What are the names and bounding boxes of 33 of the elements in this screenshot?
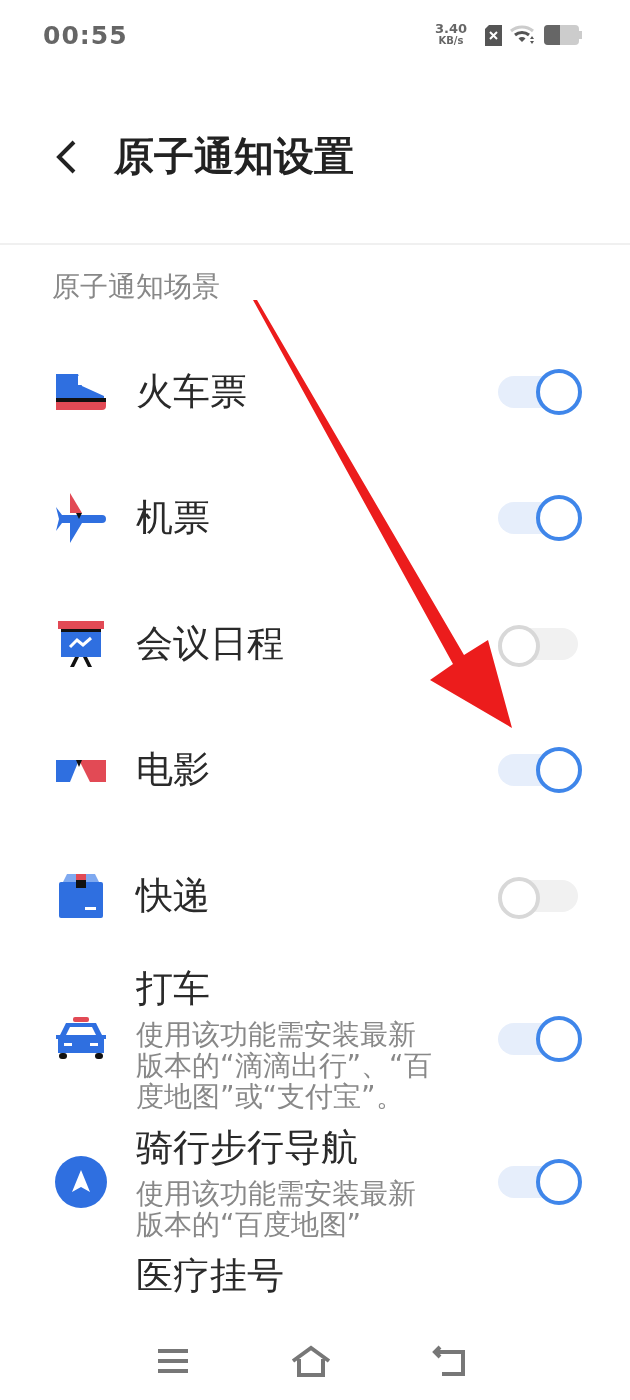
navigation-icon (55, 1156, 107, 1208)
setting-title: 会议日程 (136, 621, 285, 667)
menu-icon[interactable] (156, 1347, 190, 1374)
setting-title: 电影 (136, 747, 211, 793)
wifi-icon (510, 25, 536, 45)
glasses-icon (54, 758, 108, 782)
home-icon[interactable] (290, 1344, 332, 1377)
toggle-switch[interactable] (498, 494, 582, 542)
speed-unit: KB/s (438, 35, 464, 47)
airplane-icon (54, 493, 108, 543)
presentation-board-icon (58, 621, 104, 667)
back-icon[interactable] (432, 1344, 466, 1377)
sim-card-icon (485, 24, 502, 46)
setting-title: 快递 (136, 873, 211, 919)
setting-title: 医疗挂号 (136, 1253, 285, 1299)
toggle-switch[interactable] (498, 1158, 582, 1206)
clock: 00:55 (43, 20, 129, 50)
setting-title: 打车 (136, 966, 211, 1012)
setting-title: 骑行步行导航 (136, 1125, 359, 1171)
setting-title: 机票 (136, 495, 211, 541)
setting-description: 使用该功能需安装最新版本的“滴滴出行”、“百度地图”或“支付宝”。 (136, 1019, 433, 1112)
car-icon (56, 1016, 106, 1061)
setting-title: 火车票 (136, 369, 248, 415)
setting-description: 使用该功能需安装最新版本的“百度地图” (136, 1178, 417, 1240)
train-icon (54, 372, 108, 412)
page-title: 原子通知设置 (114, 132, 354, 181)
toggle-switch[interactable] (498, 746, 582, 794)
package-icon (59, 874, 103, 918)
battery-icon (544, 25, 582, 45)
network-speed: 3.40 (434, 23, 467, 35)
section-title: 原子通知场景 (52, 269, 221, 305)
toggle-switch[interactable] (498, 1014, 582, 1063)
toggle-switch[interactable] (498, 368, 582, 416)
